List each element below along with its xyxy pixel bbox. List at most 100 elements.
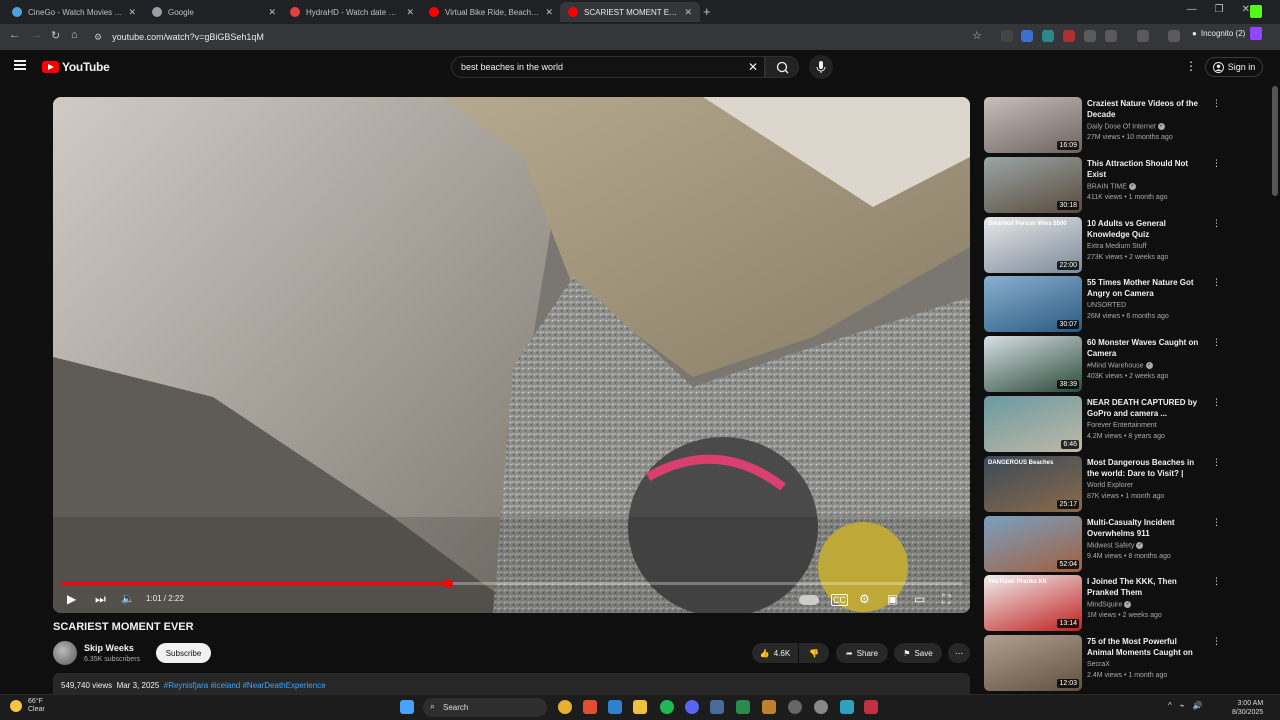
recommended-channel[interactable]: Extra Medium Stuff (1087, 243, 1146, 250)
bookmark-star-icon[interactable]: ☆ (972, 29, 982, 42)
taskbar-clock[interactable]: 3:00 AM 8/30/2025 (1232, 699, 1263, 717)
recommended-title[interactable]: 10 Adults vs General Knowledge Quiz (1087, 218, 1205, 240)
file-explorer-icon[interactable] (633, 700, 647, 714)
recommended-video[interactable]: 52:04 Multi-Casualty Incident Overwhelms … (984, 516, 1264, 572)
app-taskbar-icon[interactable] (840, 700, 854, 714)
recommended-video[interactable]: 6:46 NEAR DEATH CAPTURED by GoPro and cam… (984, 396, 1264, 452)
more-options-icon[interactable]: ⋮ (1212, 517, 1221, 528)
more-options-icon[interactable]: ⋮ (1212, 337, 1221, 348)
maximize-icon[interactable]: ❐ (1215, 4, 1224, 15)
reading-list-icon[interactable] (1168, 30, 1180, 42)
recommended-video[interactable]: 12:03 75 of the Most Powerful Animal Mome… (984, 635, 1264, 691)
kick-extension-icon[interactable] (1250, 5, 1262, 18)
search-input[interactable]: best beaches in the world ✕ (451, 56, 765, 78)
minimize-icon[interactable]: — (1187, 4, 1197, 15)
close-tab-icon[interactable]: ✕ (128, 7, 136, 18)
youtube-logo[interactable]: YouTube (42, 60, 110, 74)
app-taskbar-icon[interactable] (814, 700, 828, 714)
video-thumbnail[interactable]: 16:09 (984, 97, 1082, 153)
address-bar[interactable]: ⚙ youtube.com/watch?v=gBiGBSeh1qM (88, 27, 988, 47)
extension-icon[interactable] (1042, 30, 1054, 42)
recommended-title[interactable]: Most Dangerous Beaches in the world: Dar… (1087, 457, 1205, 479)
recommended-title[interactable]: Craziest Nature Videos of the Decade (1087, 98, 1205, 120)
settings-gear-icon[interactable]: ⚙ (859, 592, 870, 606)
more-options-icon[interactable]: ⋮ (1212, 576, 1221, 587)
browser-tab-cinego[interactable]: CineGo - Watch Movies Online ✕ (4, 2, 144, 22)
recommended-channel[interactable]: Midwest Safety ✓ (1087, 542, 1144, 549)
browser-tab-bike-ride[interactable]: Virtual Bike Ride, Beach, Gold C ✕ (421, 2, 561, 22)
extension-icon[interactable] (1021, 30, 1033, 42)
recommended-channel[interactable]: MindSquire ✓ (1087, 601, 1132, 608)
more-options-icon[interactable]: ⋮ (1212, 277, 1221, 288)
recommended-title[interactable]: NEAR DEATH CAPTURED by GoPro and camera … (1087, 397, 1205, 419)
more-options-icon[interactable]: ⋮ (1185, 59, 1197, 73)
recommended-channel[interactable]: UNSORTED (1087, 302, 1126, 309)
recommended-channel[interactable]: BRAIN TIME ✓ (1087, 183, 1136, 190)
recommended-title[interactable]: This Attraction Should Not Exist (1087, 158, 1205, 180)
recommended-channel[interactable]: Forever Entertainment (1087, 422, 1157, 429)
more-options-icon[interactable]: ⋮ (1212, 397, 1221, 408)
more-options-icon[interactable]: ⋮ (1212, 158, 1221, 169)
vlc-icon[interactable] (762, 700, 776, 714)
close-tab-icon[interactable]: ✕ (268, 7, 276, 18)
voice-search-button[interactable] (809, 55, 833, 79)
puzzle-extensions-icon[interactable] (1105, 30, 1117, 42)
recommended-title[interactable]: 60 Monster Waves Caught on Camera (1087, 337, 1205, 359)
more-options-icon[interactable]: ⋮ (1212, 636, 1221, 647)
recommended-video[interactable]: 30:18 This Attraction Should Not Exist BRA… (984, 157, 1264, 213)
app-taskbar-icon[interactable] (710, 700, 724, 714)
recommended-title[interactable]: 75 of the Most Powerful Animal Moments C… (1087, 636, 1205, 658)
recommended-video[interactable]: Smartest Person Wins $500 22:00 10 Adults … (984, 217, 1264, 273)
video-thumbnail[interactable]: 38:39 (984, 336, 1082, 392)
browser-tab-hydrahd[interactable]: HydraHD - Watch date Movies ✕ (282, 2, 422, 22)
recommended-title[interactable]: Multi-Casualty Incident Overwhelms 911 (1087, 517, 1205, 539)
fullscreen-icon[interactable]: ⛶ (942, 592, 950, 607)
chrome-taskbar-icon[interactable] (558, 700, 572, 714)
more-options-icon[interactable]: ⋮ (1212, 98, 1221, 109)
share-button[interactable]: ➦ Share (836, 643, 888, 663)
video-thumbnail[interactable]: 12:03 (984, 635, 1082, 691)
extension-icon[interactable] (1084, 30, 1096, 42)
video-thumbnail[interactable]: 52:04 (984, 516, 1082, 572)
hashtags[interactable]: #Reynisfjara #iceland #NearDeathExperien… (164, 681, 326, 690)
windows-start-icon[interactable] (400, 700, 414, 714)
app-taskbar-icon[interactable] (608, 700, 622, 714)
close-tab-icon[interactable]: ✕ (406, 7, 414, 18)
taskbar-search[interactable]: Search ⌕ (423, 698, 547, 717)
subscribe-button[interactable]: Subscribe (156, 643, 211, 663)
sign-in-button[interactable]: Sign in (1205, 57, 1263, 77)
close-window-icon[interactable]: ✕ (1242, 4, 1250, 15)
incognito-indicator[interactable]: ● Incognito (2) (1192, 29, 1245, 38)
app-taskbar-icon[interactable] (736, 700, 750, 714)
app-taskbar-icon[interactable] (864, 700, 878, 714)
recommended-video[interactable]: 16:09 Craziest Nature Videos of the Decad… (984, 97, 1264, 153)
video-thumbnail[interactable]: 6:46 (984, 396, 1082, 452)
save-button[interactable]: ⚑ Save (894, 643, 942, 663)
theater-mode-icon[interactable]: ▭ (914, 592, 925, 606)
network-icon[interactable]: ⌁ (1180, 701, 1185, 710)
miniplayer-icon[interactable]: ▣ (887, 592, 898, 606)
next-icon[interactable]: ⏭ (95, 592, 106, 607)
recommended-title[interactable]: I Joined The KKK, Then Pranked Them (1087, 576, 1205, 598)
video-thumbnail[interactable]: DANGEROUS Beaches 25:17 (984, 456, 1082, 512)
recommended-channel[interactable]: World Explorer (1087, 482, 1133, 489)
video-player[interactable]: ▶ ⏭ 🔈 1:01 / 2:22 CC ⚙ ▣ ▭ ⛶ (53, 97, 970, 613)
hamburger-menu-icon[interactable] (14, 60, 26, 70)
home-icon[interactable]: ⌂ (71, 29, 78, 41)
autoplay-toggle[interactable] (799, 595, 819, 605)
recommended-channel[interactable]: Daily Dose Of Internet ✓ (1087, 123, 1165, 130)
video-thumbnail[interactable]: 30:07 (984, 276, 1082, 332)
recommended-video[interactable]: 38:39 60 Monster Waves Caught on Camera #M… (984, 336, 1264, 392)
recommended-channel[interactable]: SecraX (1087, 661, 1110, 668)
more-actions-button[interactable]: ⋯ (948, 643, 970, 663)
chevron-up-icon[interactable]: ^ (1168, 701, 1172, 710)
video-thumbnail[interactable]: Smartest Person Wins $500 22:00 (984, 217, 1082, 273)
recommended-video[interactable]: 30:07 55 Times Mother Nature Got Angry on… (984, 276, 1264, 332)
dislike-button[interactable]: 👎 (799, 643, 829, 663)
cast-icon[interactable] (1137, 30, 1149, 42)
weather-widget[interactable]: 66°F Clear (10, 698, 45, 714)
brave-taskbar-icon[interactable] (583, 700, 597, 714)
extension-icon[interactable] (1063, 30, 1075, 42)
browser-tab-scariest-moment[interactable]: SCARIEST MOMENT EVER - You ✕ (560, 2, 700, 22)
forward-icon[interactable]: → (31, 29, 42, 41)
